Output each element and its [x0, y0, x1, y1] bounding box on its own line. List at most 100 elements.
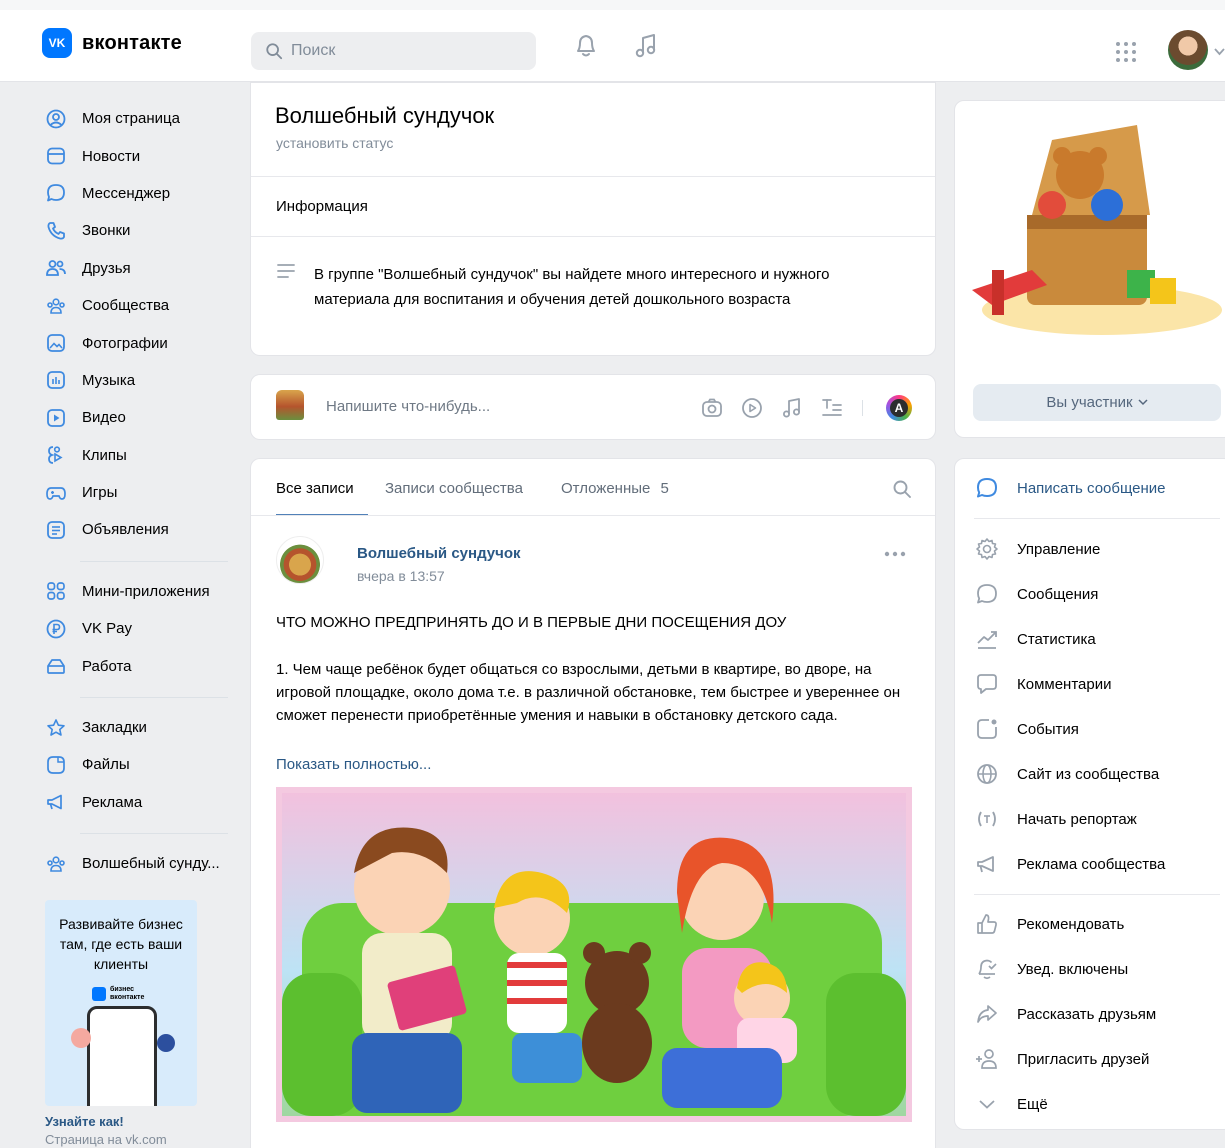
menu-item-manage[interactable]: Управление [975, 534, 1100, 564]
sidebar-item-work[interactable]: Работа [36, 647, 236, 684]
sidebar-item-photos[interactable]: Фотографии [36, 324, 236, 361]
phone-icon [47, 221, 65, 240]
menu-item-comments[interactable]: Комментарии [975, 669, 1111, 699]
divider [974, 518, 1220, 519]
member-button[interactable]: Вы участник [973, 384, 1221, 421]
search-box[interactable] [251, 32, 536, 70]
sidebar-item-my-page[interactable]: Моя страница [36, 100, 236, 137]
sidebar-item-news[interactable]: Новости [36, 137, 236, 174]
ad-avatar-illustration [71, 1028, 91, 1048]
sidebar-item-classifieds[interactable]: Объявления [36, 511, 236, 548]
user-avatar[interactable] [1168, 30, 1208, 70]
sidebar-item-friends[interactable]: Друзья [36, 250, 236, 287]
post-body-text: 1. Чем чаще ребёнок будет общаться со вз… [276, 661, 901, 724]
browser-top-strip [0, 0, 1225, 10]
menu-item-invite[interactable]: Пригласить друзей [975, 1044, 1149, 1074]
top-header: VK вконтакте [0, 10, 1225, 82]
globe-icon [977, 764, 997, 784]
menu-item-label: Комментарии [1017, 675, 1112, 693]
megaphone-icon [47, 794, 62, 810]
write-message-button[interactable]: Написать сообщение [975, 473, 1166, 503]
member-button-label: Вы участник [1046, 394, 1133, 411]
search-icon [266, 43, 283, 60]
compose-divider [862, 400, 863, 416]
clips-icon [48, 446, 63, 465]
compose-input[interactable]: Напишите что-нибудь... [326, 398, 490, 415]
sidebar-item-video[interactable]: Видео [36, 399, 236, 436]
sidebar-item-bookmarks[interactable]: Закладки [36, 709, 236, 746]
music-note-icon[interactable] [780, 396, 804, 420]
sidebar-item-messenger[interactable]: Мессенджер [36, 175, 236, 212]
menu-item-label: Рассказать друзьям [1017, 1005, 1157, 1023]
sidebar-item-label: Новости [82, 147, 141, 165]
menu-item-label: Начать репортаж [1017, 810, 1137, 828]
set-status-link[interactable]: установить статус [276, 135, 393, 151]
sidebar-item-label: Звонки [82, 222, 131, 240]
sidebar-item-label: Фотографии [82, 334, 168, 352]
video-play-icon[interactable] [740, 396, 764, 420]
search-input[interactable] [291, 42, 521, 60]
article-icon[interactable] [820, 396, 844, 420]
post-author-link[interactable]: Волшебный сундучок [357, 545, 521, 562]
post-image[interactable] [276, 787, 912, 1122]
vk-logo[interactable]: VK вконтакте [42, 28, 182, 58]
file-icon [47, 756, 65, 774]
sidebar-divider [80, 696, 228, 698]
music-note-icon[interactable] [634, 32, 658, 60]
apps-grid-icon[interactable] [1114, 40, 1138, 64]
menu-item-label: Реклама сообщества [1017, 855, 1166, 873]
bell-icon[interactable] [574, 32, 598, 60]
menu-item-messages[interactable]: Сообщения [975, 579, 1098, 609]
post-date[interactable]: вчера в 13:57 [357, 568, 445, 584]
sidebar-item-mini-apps[interactable]: Мини-приложения [36, 573, 236, 610]
sidebar-item-label: Друзья [82, 259, 131, 277]
sidebar-item-community-shortcut[interactable]: Волшебный сунду... [36, 845, 236, 882]
author-avatar-button[interactable]: A [886, 395, 912, 421]
menu-item-recommend[interactable]: Рекомендовать [975, 909, 1124, 939]
menu-item-community-ads[interactable]: Реклама сообщества [975, 849, 1165, 879]
sidebar-item-communities[interactable]: Сообщества [36, 287, 236, 324]
sidebar-item-label: Моя страница [82, 110, 180, 128]
message-icon [977, 584, 997, 604]
left-sidebar: Моя страница Новости Мессенджер Звонки Д… [36, 100, 236, 882]
menu-item-events[interactable]: События [975, 714, 1079, 744]
sidebar-item-label: Клипы [82, 446, 127, 464]
business-ad-banner[interactable]: Развивайте бизнес там, где есть ваши кли… [45, 900, 197, 1106]
tab-postponed[interactable]: Отложенные 5 [561, 480, 669, 497]
sidebar-item-clips[interactable]: Клипы [36, 437, 236, 474]
post-author-avatar[interactable] [276, 536, 324, 584]
sidebar-item-label: Файлы [82, 756, 130, 774]
menu-item-share[interactable]: Рассказать друзьям [975, 999, 1156, 1029]
work-icon [47, 659, 65, 675]
author-avatar-letter: A [890, 399, 908, 417]
tab-postponed-count: 5 [660, 480, 669, 497]
menu-item-statistics[interactable]: Статистика [975, 624, 1096, 654]
bell-check-icon [978, 959, 997, 980]
ad-learn-link[interactable]: Узнайте как! [45, 1114, 124, 1129]
menu-item-site[interactable]: Сайт из сообщества [975, 759, 1159, 789]
search-icon[interactable] [892, 479, 912, 499]
menu-item-notifications[interactable]: Увед. включены [975, 954, 1128, 984]
chevron-down-icon[interactable] [1214, 48, 1225, 56]
show-more-link[interactable]: Показать полностью... [276, 756, 431, 773]
divider [251, 236, 935, 237]
chevron-down-icon [1138, 399, 1148, 406]
camera-icon[interactable] [700, 396, 724, 420]
menu-item-broadcast[interactable]: Начать репортаж [975, 804, 1137, 834]
tab-community-posts[interactable]: Записи сообщества [385, 480, 523, 497]
sidebar-item-vk-pay[interactable]: VK Pay [36, 610, 236, 647]
sidebar-item-music[interactable]: Музыка [36, 362, 236, 399]
sidebar-item-files[interactable]: Файлы [36, 746, 236, 783]
info-section-label[interactable]: Информация [276, 198, 368, 215]
divider [974, 894, 1220, 895]
sidebar-item-calls[interactable]: Звонки [36, 212, 236, 249]
ads-board-icon [47, 521, 65, 539]
user-circle-icon [46, 109, 66, 129]
group-description: В группе "Волшебный сундучок" вы найдете… [314, 266, 830, 308]
menu-item-more[interactable]: Ещё [975, 1089, 1048, 1119]
sidebar-item-games[interactable]: Игры [36, 474, 236, 511]
more-options-icon[interactable] [884, 550, 906, 558]
tab-all-posts[interactable]: Все записи [276, 480, 354, 497]
sidebar-item-label: Объявления [82, 521, 169, 539]
sidebar-item-advertising[interactable]: Реклама [36, 784, 236, 821]
